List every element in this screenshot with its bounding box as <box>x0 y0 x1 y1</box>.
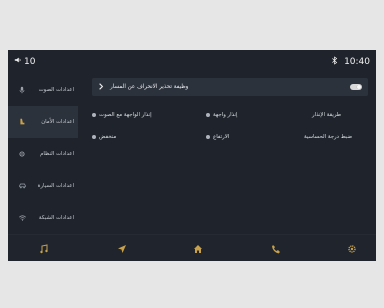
radio-dot[interactable] <box>92 113 96 117</box>
chevron-right-icon[interactable] <box>98 82 104 92</box>
sidebar-item-system[interactable]: اعدادات النظام <box>8 138 78 170</box>
sidebar-item-label: اعدادات الأمان <box>41 119 74 125</box>
volume-value: 10 <box>24 56 36 67</box>
option-label: منخفض <box>99 134 117 140</box>
sensitivity-title: ضبط درجة الحساسية <box>304 134 352 140</box>
sidebar-item-label: اعدادات الصوت <box>38 87 74 93</box>
phone-icon[interactable] <box>270 243 282 255</box>
car-icon <box>18 182 26 190</box>
music-icon[interactable] <box>38 243 50 255</box>
row-title: ضبط درجة الحساسية <box>304 134 353 140</box>
navigation-icon[interactable] <box>116 243 128 255</box>
microphone-icon <box>18 86 26 94</box>
volume-indicator: 10 <box>14 56 35 67</box>
radio-dot[interactable] <box>206 135 210 139</box>
lane-departure-row[interactable]: وظيفة تحذير الانحراف عن المسار <box>92 78 368 96</box>
clock: 10:40 <box>344 57 370 67</box>
option-low[interactable]: منخفض <box>92 134 116 140</box>
warning-method-title: طريقة الإنذار <box>312 112 341 118</box>
wifi-icon <box>18 214 26 222</box>
lane-departure-label-group: وظيفة تحذير الانحراف عن المسار <box>98 82 189 92</box>
option-warning-screen[interactable]: إنذار واجهة <box>206 112 237 118</box>
radio-dot[interactable] <box>206 113 210 117</box>
sidebar-item-label: اعدادات الشبكة <box>38 215 74 221</box>
sensitivity-row: منخفض الارتفاع ضبط درجة الحساسية <box>92 134 368 144</box>
radio-dot[interactable] <box>92 135 96 139</box>
gear-icon[interactable] <box>346 243 358 255</box>
sidebar-item-vehicle[interactable]: اعدادات السيارة <box>8 170 78 202</box>
lane-departure-label: وظيفة تحذير الانحراف عن المسار <box>110 84 189 90</box>
sidebar-item-label: اعدادات النظام <box>40 151 74 157</box>
status-right: 10:40 <box>331 56 370 68</box>
seat-icon <box>18 118 26 126</box>
sidebar-item-network[interactable]: اعدادات الشبكة <box>8 202 78 234</box>
option-high[interactable]: الارتفاع <box>206 134 229 140</box>
sidebar-item-label: اعدادات السيارة <box>37 183 74 189</box>
option-label: الارتفاع <box>213 134 230 140</box>
bluetooth-icon <box>331 56 338 68</box>
speaker-icon <box>14 56 22 67</box>
option-label: إنذار واجهة <box>213 112 238 118</box>
gear-icon <box>18 150 26 158</box>
warning-method-row: إنذار الواجهة مع الصوت إنذار واجهة طريقة… <box>92 112 368 122</box>
lane-departure-toggle[interactable] <box>350 84 362 90</box>
settings-sidebar: اعدادات الصوت اعدادات الأمان اعدادات الن… <box>8 74 78 234</box>
home-icon[interactable] <box>192 243 204 255</box>
bottom-navigation <box>8 234 376 261</box>
sidebar-item-sound[interactable]: اعدادات الصوت <box>8 74 78 106</box>
status-bar: 10 10:40 <box>8 50 376 74</box>
option-label: إنذار الواجهة مع الصوت <box>99 112 152 118</box>
infotainment-screen: 10 10:40 اعدادات الصوت اعدادات الأمان اع… <box>8 50 376 261</box>
row-title: طريقة الإنذار <box>312 112 342 118</box>
option-warning-sound[interactable]: إنذار الواجهة مع الصوت <box>92 112 152 118</box>
settings-content: وظيفة تحذير الانحراف عن المسار إنذار الو… <box>92 78 372 234</box>
sidebar-item-safety[interactable]: اعدادات الأمان <box>8 106 78 138</box>
device-frame: 10 10:40 اعدادات الصوت اعدادات الأمان اع… <box>0 0 384 308</box>
